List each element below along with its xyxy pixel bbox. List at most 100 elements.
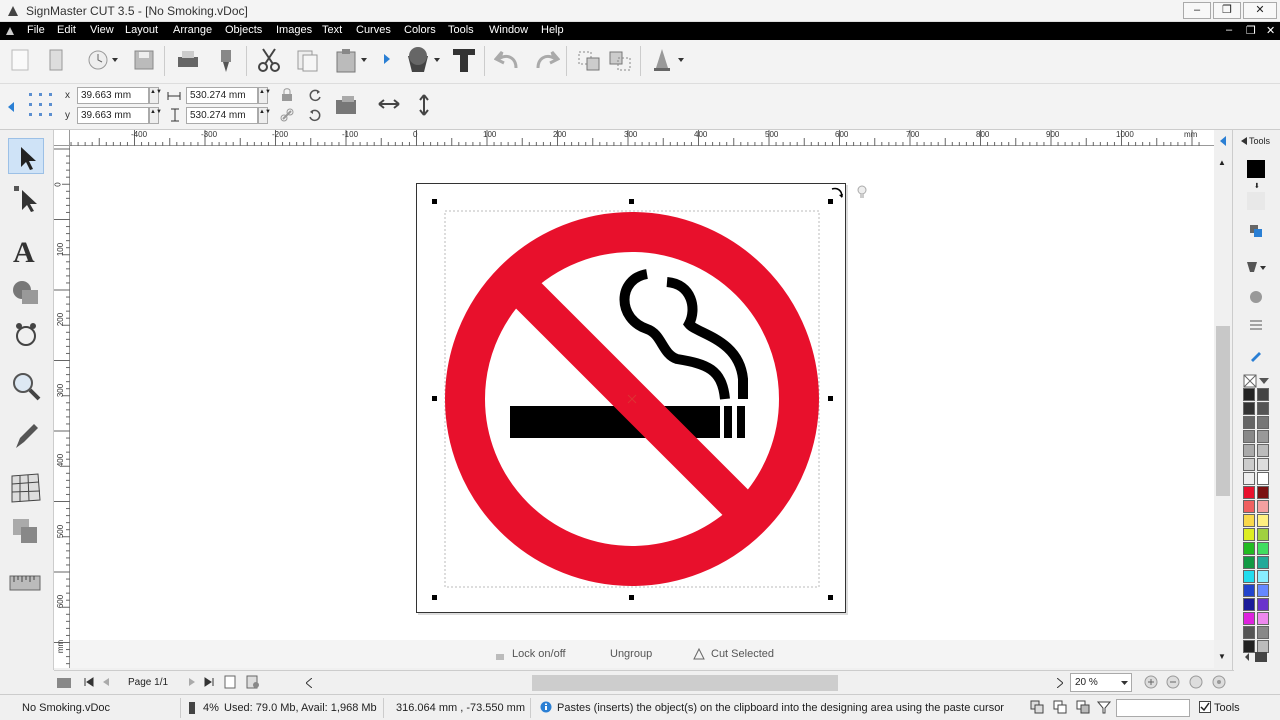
resize-handle[interactable] [828,199,833,204]
mirror-vertical-icon[interactable] [418,94,430,116]
snap-grid-icon[interactable] [1053,700,1067,714]
swap-colors-icon[interactable]: ⬇ [1254,182,1260,190]
x-position-spinner[interactable]: ▲▼ [149,87,162,104]
filter-icon[interactable] [1097,700,1111,714]
menu-edit[interactable]: Edit [57,24,76,36]
collapse-arrow-icon[interactable] [8,102,14,112]
color-swatch[interactable] [1243,388,1255,401]
zoom-in-icon[interactable] [1144,675,1158,689]
color-swatch[interactable] [1243,584,1255,597]
color-swatch[interactable] [1257,416,1269,429]
ruler-corner[interactable] [54,130,70,146]
lock-toggle-hint[interactable]: Lock on/off [512,648,566,660]
doc-close-button[interactable]: ✕ [1266,24,1275,37]
color-swatch[interactable] [1257,584,1269,597]
weld-tool[interactable] [8,514,44,550]
color-swatch[interactable] [1243,416,1255,429]
color-swatch[interactable] [1257,388,1269,401]
color-swatch[interactable] [1243,458,1255,471]
color-swatch[interactable] [1243,598,1255,611]
palette-menu-icon[interactable] [1243,650,1269,664]
anchor-point-grid-icon[interactable] [26,90,56,120]
add-page-icon[interactable] [224,675,236,689]
color-swatch[interactable] [1243,612,1255,625]
x-position-field[interactable]: 39.663 mm [77,87,149,104]
close-button[interactable]: ✕ [1243,2,1277,19]
clipart-tool[interactable] [8,316,44,352]
color-swatch[interactable] [1257,500,1269,513]
menu-file[interactable]: File [27,24,45,36]
page-settings-icon[interactable] [246,675,260,689]
ungroup-hint[interactable]: Ungroup [610,648,652,660]
view-mode-icon[interactable] [56,676,72,690]
color-swatch[interactable] [1257,556,1269,569]
eyedropper-icon[interactable] [1249,348,1263,362]
undo-icon[interactable] [494,46,522,74]
play-arrow-icon[interactable] [384,54,390,64]
text-tool[interactable]: A [8,232,44,269]
resize-handle[interactable] [432,199,437,204]
zoom-fit-icon[interactable] [1189,675,1203,689]
resize-handle[interactable] [432,396,437,401]
menu-text[interactable]: Text [322,24,342,36]
color-swatch[interactable] [1257,612,1269,625]
cut-selected-hint[interactable]: Cut Selected [711,648,774,660]
fill-tool-icon[interactable] [1245,260,1267,274]
menu-colors[interactable]: Colors [404,24,436,36]
color-swatch[interactable] [1257,458,1269,471]
color-swatch[interactable] [1257,430,1269,443]
line-style-icon[interactable] [1249,318,1263,332]
scroll-right-icon[interactable] [1057,678,1063,688]
resize-handle[interactable] [828,595,833,600]
copy-icon[interactable] [293,46,321,74]
color-swatch[interactable] [1257,570,1269,583]
color-swatch[interactable] [1243,500,1255,513]
rotate-cw-icon[interactable] [308,88,322,102]
menu-window[interactable]: Window [489,24,528,36]
rotate-handle-icon[interactable] [830,185,844,199]
color-swatch[interactable] [1257,514,1269,527]
recent-files-icon[interactable] [84,46,112,74]
color-swatch[interactable] [1243,472,1255,485]
redo-icon[interactable] [532,46,560,74]
print-icon[interactable] [174,46,202,74]
ungroup-icon[interactable] [606,46,634,74]
lock-ratio-icon[interactable] [280,88,294,102]
height-spinner[interactable]: ▲▼ [258,107,271,124]
menu-help[interactable]: Help [541,24,564,36]
panel-arrow-icon[interactable] [1241,137,1247,145]
color-swatch[interactable] [1257,626,1269,639]
last-page-icon[interactable] [204,677,214,687]
zoom-page-icon[interactable] [1212,675,1226,689]
scroll-thumb[interactable] [1216,326,1230,496]
paste-icon[interactable] [332,46,360,74]
color-swatch[interactable] [1257,598,1269,611]
node-edit-tool[interactable] [8,180,44,216]
rotate-ccw-icon[interactable] [308,108,322,122]
width-field[interactable]: 530.274 mm [186,87,258,104]
minimize-button[interactable]: – [1183,2,1211,19]
color-swatch[interactable] [1257,444,1269,457]
no-color-icon[interactable] [1243,374,1271,388]
menu-arrange[interactable]: Arrange [173,24,212,36]
color-swatch[interactable] [1243,486,1255,499]
color-picker-icon[interactable] [1249,224,1263,238]
link-icon[interactable] [280,108,294,122]
lightbulb-icon[interactable] [857,185,867,199]
stroke-color-swatch[interactable] [1247,160,1265,178]
weed-tool-icon[interactable] [648,46,676,74]
draw-tool[interactable] [8,418,44,454]
color-swatch[interactable] [1243,430,1255,443]
resize-handle[interactable] [629,199,634,204]
zoom-tool[interactable] [8,368,44,404]
chevron-down-icon[interactable] [361,58,367,62]
y-position-field[interactable]: 39.663 mm [77,107,149,124]
menu-view[interactable]: View [90,24,114,36]
envelope-tool[interactable] [8,470,44,506]
color-swatch[interactable] [1257,528,1269,541]
color-swatch[interactable] [1243,626,1255,639]
color-swatch[interactable] [1257,402,1269,415]
cut-scissors-icon[interactable] [255,46,283,74]
fill-bucket-icon[interactable] [404,46,432,74]
new-document-icon[interactable] [6,46,34,74]
